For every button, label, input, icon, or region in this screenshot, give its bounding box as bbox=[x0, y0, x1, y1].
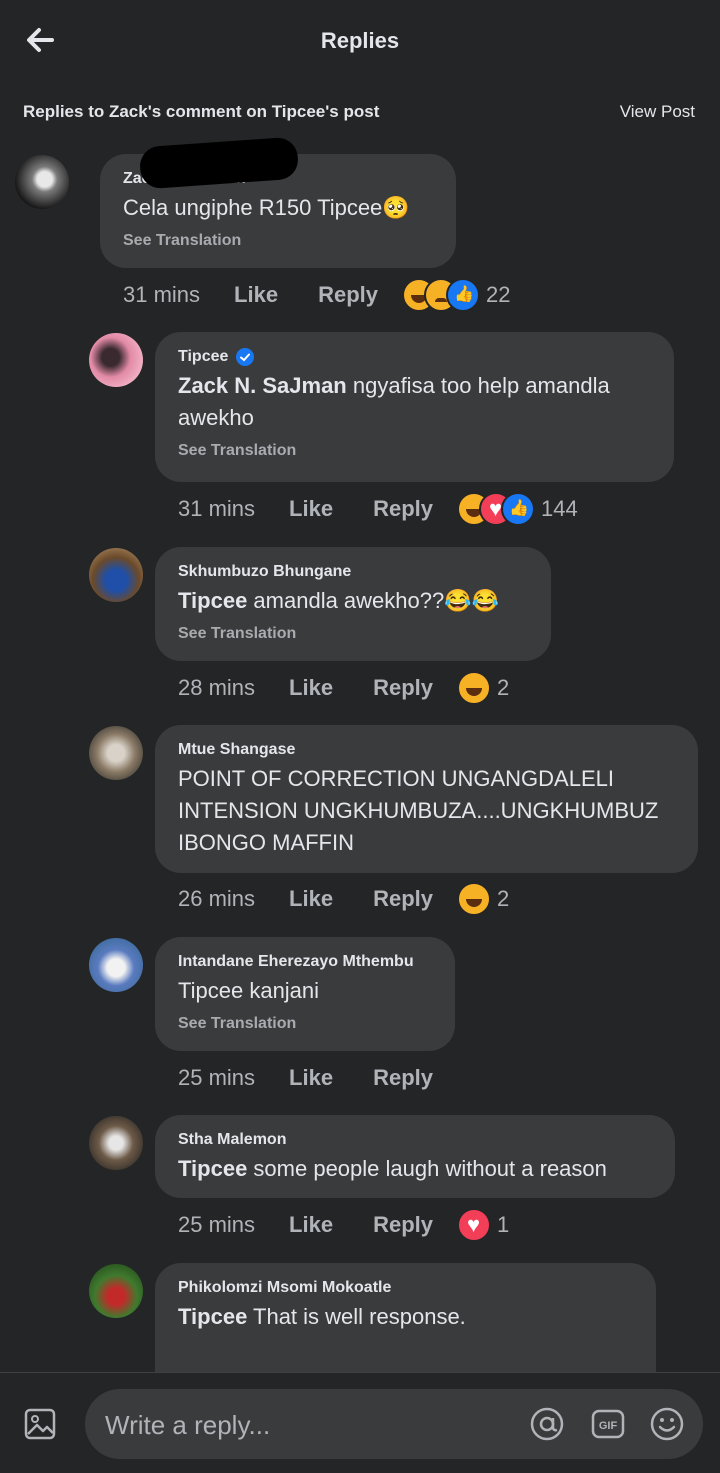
comment-text: Tipcee That is well response. bbox=[178, 1301, 634, 1333]
mention-link[interactable]: Tipcee bbox=[178, 1304, 247, 1329]
comment-time: 25 mins bbox=[178, 1212, 256, 1237]
comment-bubble: Tipcee Zack N. SaJman ngyafisa too help … bbox=[155, 332, 674, 482]
comment-text: POINT OF CORRECTION UNGANGDALELI INTENSI… bbox=[178, 766, 659, 855]
reaction-count: 22 bbox=[486, 282, 511, 307]
haha-reaction-icon bbox=[457, 882, 491, 916]
back-arrow-icon bbox=[27, 28, 54, 52]
avatar[interactable] bbox=[89, 1116, 143, 1170]
reaction-count: 1 bbox=[497, 1212, 510, 1237]
comment-author[interactable]: Skhumbuzo Bhungane bbox=[178, 561, 529, 583]
comment-text: Tipcee some people laugh without a reaso… bbox=[178, 1153, 653, 1185]
see-translation-link[interactable]: See Translation bbox=[178, 1013, 433, 1035]
comment-time: 31 mins bbox=[178, 496, 256, 521]
comment-author[interactable]: Intandane Eherezayo Mthembu bbox=[178, 951, 433, 973]
comment-actions: 31 mins Like Reply 144 bbox=[178, 491, 578, 527]
reply-composer: GIF bbox=[0, 1372, 720, 1473]
reaction-summary[interactable]: 22 bbox=[402, 278, 510, 312]
like-button[interactable]: Like bbox=[234, 282, 278, 308]
like-button[interactable]: Like bbox=[289, 1065, 333, 1091]
svg-text:GIF: GIF bbox=[599, 1420, 618, 1432]
comment-bubble: Mtue Shangase POINT OF CORRECTION UNGANG… bbox=[155, 725, 698, 873]
reply-button[interactable]: Reply bbox=[373, 1212, 433, 1238]
comment-text: Cela ungiphe R150 Tipcee🥺 bbox=[123, 195, 410, 220]
comment-author[interactable]: Phikolomzi Msomi Mokoatle bbox=[178, 1277, 634, 1299]
emoji-button[interactable] bbox=[649, 1406, 685, 1442]
reaction-summary[interactable]: 1 bbox=[457, 1208, 509, 1242]
see-translation-link[interactable]: See Translation bbox=[178, 440, 652, 462]
like-button[interactable]: Like bbox=[289, 1212, 333, 1238]
comment-text: Tipcee kanjani bbox=[178, 978, 320, 1003]
like-button[interactable]: Like bbox=[289, 496, 333, 522]
comment-time: 28 mins bbox=[178, 675, 256, 700]
reply-button[interactable]: Reply bbox=[318, 282, 378, 308]
comment-actions: 31 mins Like Reply 22 bbox=[123, 277, 510, 313]
avatar[interactable] bbox=[89, 938, 143, 992]
reply-button[interactable]: Reply bbox=[373, 675, 433, 701]
mention-link[interactable]: Tipcee bbox=[178, 588, 247, 613]
comment-bubble: Skhumbuzo Bhungane Tipcee amandla awekho… bbox=[155, 547, 551, 661]
view-post-link[interactable]: View Post bbox=[620, 102, 695, 122]
like-reaction-icon bbox=[446, 278, 480, 312]
comment-author[interactable]: Mtue Shangase bbox=[178, 739, 676, 761]
photo-icon bbox=[24, 1408, 56, 1440]
comment-actions: 25 mins Like Reply 1 bbox=[178, 1207, 509, 1243]
avatar[interactable] bbox=[89, 548, 143, 602]
avatar[interactable] bbox=[89, 1264, 143, 1318]
reaction-summary[interactable]: 2 bbox=[457, 671, 509, 705]
gif-button[interactable]: GIF bbox=[590, 1406, 626, 1442]
gif-icon: GIF bbox=[591, 1409, 625, 1439]
like-button[interactable]: Like bbox=[289, 886, 333, 912]
mention-link[interactable]: Tipcee bbox=[178, 1156, 247, 1181]
comment-text: Tipcee amandla awekho??😂😂 bbox=[178, 585, 529, 617]
avatar[interactable] bbox=[15, 155, 69, 209]
comment-text: Zack N. SaJman ngyafisa too help amandla… bbox=[178, 370, 652, 434]
reply-context-bar: Replies to Zack's comment on Tipcee's po… bbox=[0, 96, 720, 130]
reaction-count: 2 bbox=[497, 675, 510, 700]
comment-time: 26 mins bbox=[178, 886, 256, 911]
haha-reaction-icon bbox=[457, 671, 491, 705]
comment-author[interactable]: Stha Malemon bbox=[178, 1129, 653, 1151]
reply-button[interactable]: Reply bbox=[373, 496, 433, 522]
comment-time: 31 mins bbox=[123, 282, 201, 307]
reply-input[interactable] bbox=[103, 1389, 517, 1461]
reply-button[interactable]: Reply bbox=[373, 886, 433, 912]
like-button[interactable]: Like bbox=[289, 675, 333, 701]
emoji-icon bbox=[650, 1407, 684, 1441]
comment-bubble: Stha Malemon Tipcee some people laugh wi… bbox=[155, 1115, 675, 1198]
reaction-summary[interactable]: 144 bbox=[457, 492, 578, 526]
see-translation-link[interactable]: See Translation bbox=[178, 623, 529, 645]
like-reaction-icon bbox=[501, 492, 535, 526]
avatar[interactable] bbox=[89, 333, 143, 387]
avatar[interactable] bbox=[89, 726, 143, 780]
verified-badge-icon bbox=[236, 348, 255, 366]
comment-actions: 26 mins Like Reply 2 bbox=[178, 881, 509, 917]
see-translation-link[interactable]: See Translation bbox=[123, 230, 434, 252]
comment-body: That is well response. bbox=[247, 1304, 466, 1329]
reaction-count: 2 bbox=[497, 886, 510, 911]
reply-input-container: GIF bbox=[85, 1389, 703, 1461]
comment-bubble: Intandane Eherezayo Mthembu Tipcee kanja… bbox=[155, 937, 455, 1051]
comment-body: some people laugh without a reason bbox=[247, 1156, 607, 1181]
top-bar: Replies bbox=[0, 0, 720, 86]
mention-link[interactable]: Zack N. SaJman bbox=[178, 373, 347, 398]
comment-actions: 28 mins Like Reply 2 bbox=[178, 670, 509, 706]
reaction-count: 144 bbox=[541, 496, 578, 521]
comment-author[interactable]: Tipcee bbox=[178, 346, 228, 368]
comment-time: 25 mins bbox=[178, 1065, 256, 1090]
reply-context-text: Replies to Zack's comment on Tipcee's po… bbox=[23, 102, 380, 121]
reply-button[interactable]: Reply bbox=[373, 1065, 433, 1091]
comment-body: amandla awekho??😂😂 bbox=[247, 588, 500, 613]
mention-button[interactable] bbox=[529, 1406, 565, 1442]
reaction-summary[interactable]: 2 bbox=[457, 882, 509, 916]
comment-author-row: Tipcee bbox=[178, 346, 652, 368]
comment-actions: 25 mins Like Reply bbox=[178, 1060, 473, 1096]
love-reaction-icon bbox=[457, 1208, 491, 1242]
at-mention-icon bbox=[530, 1407, 564, 1441]
page-title: Replies bbox=[320, 28, 400, 53]
photo-button[interactable] bbox=[22, 1406, 58, 1442]
back-button[interactable] bbox=[22, 22, 62, 58]
